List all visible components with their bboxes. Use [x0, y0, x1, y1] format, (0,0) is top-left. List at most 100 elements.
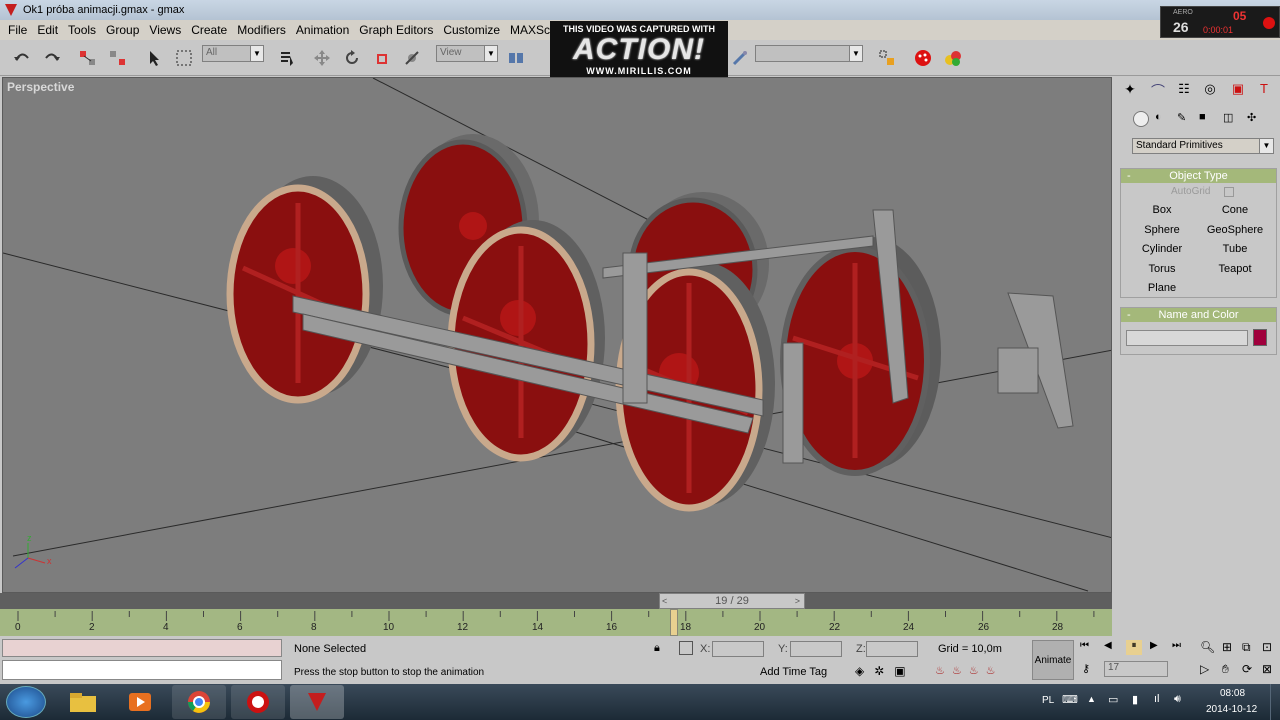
clock-time[interactable]: 08:08	[1220, 688, 1245, 699]
material-editor-icon[interactable]	[941, 46, 965, 70]
object-name-input[interactable]	[1126, 330, 1248, 346]
shapes-icon[interactable]: ◐	[1155, 111, 1162, 123]
add-time-tag-button[interactable]: Add Time Tag	[760, 666, 827, 678]
field-of-view-icon[interactable]: ▷	[1200, 662, 1209, 676]
utilities-tab-icon[interactable]: T	[1253, 81, 1275, 101]
language-indicator[interactable]: PL	[1042, 695, 1054, 706]
sphere-button[interactable]: Sphere	[1129, 222, 1195, 238]
display-tab-icon[interactable]: ▣	[1227, 81, 1249, 101]
trackbar[interactable]: 0 2 4 6 8 10 12 14 16 18 20 22 24 26 28	[0, 609, 1112, 636]
motion-tab-icon[interactable]: ◎	[1199, 81, 1221, 101]
rotate-icon[interactable]	[340, 46, 364, 70]
absolute-mode-icon[interactable]	[679, 641, 693, 655]
menu-customize[interactable]: Customize	[438, 23, 505, 37]
z-coord-field[interactable]	[866, 641, 918, 657]
time-slider-thumb[interactable]: < 19 / 29 >	[659, 593, 805, 609]
region-select-icon[interactable]	[172, 46, 196, 70]
gmax-taskbar-icon[interactable]	[290, 685, 344, 719]
scale-icon[interactable]	[370, 46, 394, 70]
geosphere-button[interactable]: GeoSphere	[1202, 222, 1268, 238]
named-selection-dropdown[interactable]: ▼	[755, 45, 863, 62]
key-mode-icons[interactable]: ◈✲▣	[855, 664, 916, 678]
menu-modifiers[interactable]: Modifiers	[232, 23, 291, 37]
lock-selection-icon[interactable]: 🔒︎	[654, 642, 660, 655]
select-link-icon[interactable]	[76, 46, 100, 70]
arc-rotate-icon[interactable]: ⟳	[1242, 662, 1252, 676]
explorer-taskbar-icon[interactable]	[56, 685, 110, 719]
key-mode-icon[interactable]: ⚷	[1082, 662, 1090, 675]
zoom-all-icon[interactable]: ⊞	[1222, 640, 1232, 654]
redo-icon[interactable]	[40, 46, 64, 70]
systems-icon[interactable]: ✣	[1247, 111, 1256, 124]
select-object-icon[interactable]	[142, 46, 166, 70]
cameras-icon[interactable]: ■	[1199, 111, 1206, 123]
zoom-extents-all-icon[interactable]: ⊡	[1262, 640, 1272, 654]
name-color-header[interactable]: - Name and Color	[1121, 308, 1276, 322]
volume-icon[interactable]: 🔊︎	[1174, 693, 1181, 706]
zoom-extents-icon[interactable]: ⧉	[1242, 640, 1251, 655]
object-type-header[interactable]: - Object Type	[1121, 169, 1276, 183]
object-color-swatch[interactable]	[1253, 329, 1267, 346]
zoom-icon[interactable]: 🔍︎	[1200, 640, 1215, 654]
box-button[interactable]: Box	[1129, 202, 1195, 218]
create-tab-icon[interactable]: ✦	[1119, 81, 1141, 101]
goto-start-icon[interactable]: ⏮	[1080, 640, 1089, 651]
y-coord-field[interactable]	[790, 641, 842, 657]
stop-icon[interactable]: ⏸	[1126, 640, 1142, 655]
teapot-button[interactable]: Teapot	[1202, 261, 1268, 277]
frame-marker[interactable]	[670, 609, 678, 636]
align-icon[interactable]	[875, 46, 899, 70]
menu-graph-editors[interactable]: Graph Editors	[354, 23, 438, 37]
autogrid-checkbox[interactable]	[1224, 187, 1234, 197]
current-frame-field[interactable]: 17	[1104, 661, 1168, 677]
hierarchy-tab-icon[interactable]: ☷	[1173, 81, 1195, 101]
menu-create[interactable]: Create	[186, 23, 232, 37]
cylinder-button[interactable]: Cylinder	[1129, 241, 1195, 257]
menu-tools[interactable]: Tools	[63, 23, 101, 37]
torus-button[interactable]: Torus	[1129, 261, 1195, 277]
tube-button[interactable]: Tube	[1202, 241, 1268, 257]
viewport-label[interactable]: Perspective	[7, 80, 74, 94]
select-by-name-icon[interactable]	[276, 46, 300, 70]
menu-group[interactable]: Group	[101, 23, 144, 37]
next-key-icon[interactable]: ▶	[1150, 640, 1158, 651]
geometry-icon[interactable]	[1133, 111, 1149, 127]
reference-coord-dropdown[interactable]: View ▼	[436, 45, 498, 62]
lights-icon[interactable]: ✎	[1177, 111, 1186, 124]
goto-end-icon[interactable]: ⏭	[1172, 640, 1181, 651]
menu-views[interactable]: Views	[144, 23, 186, 37]
show-desktop-button[interactable]	[1270, 684, 1280, 720]
clock-date[interactable]: 2014-10-12	[1206, 704, 1257, 715]
start-button[interactable]	[6, 686, 46, 718]
menu-file[interactable]: File	[3, 23, 32, 37]
prev-frame-icon[interactable]: <	[662, 594, 667, 608]
show-hidden-icons[interactable]: ▲	[1087, 694, 1096, 704]
record-icon[interactable]	[1263, 17, 1275, 29]
animate-button[interactable]: Animate	[1032, 640, 1074, 680]
selection-filter-dropdown[interactable]: All ▼	[202, 45, 264, 62]
action-recorder-taskbar-icon[interactable]	[231, 685, 285, 719]
x-coord-field[interactable]	[712, 641, 764, 657]
snap-icon[interactable]	[728, 46, 752, 70]
category-dropdown[interactable]: Standard Primitives ▼	[1132, 138, 1274, 154]
menu-maxscript[interactable]: MAXSc	[505, 23, 555, 37]
render-scene-icon[interactable]	[911, 46, 935, 70]
signal-icon[interactable]: ▮	[1132, 693, 1138, 706]
media-player-taskbar-icon[interactable]	[113, 685, 167, 719]
maxscript-listener-input[interactable]	[2, 639, 282, 657]
chrome-taskbar-icon[interactable]	[172, 685, 226, 719]
cone-button[interactable]: Cone	[1202, 202, 1268, 218]
network-icon[interactable]: ▭	[1108, 693, 1118, 706]
unlink-icon[interactable]	[106, 46, 130, 70]
pan-icon[interactable]: ✋︎	[1222, 662, 1229, 677]
plane-button[interactable]: Plane	[1129, 280, 1195, 296]
helpers-icon[interactable]: ◫	[1223, 111, 1233, 124]
time-slider[interactable]: < 19 / 29 >	[0, 593, 1112, 609]
perspective-viewport[interactable]: x z Perspective	[2, 77, 1112, 593]
modify-tab-icon[interactable]: ⌒	[1147, 81, 1169, 101]
maximize-viewport-icon[interactable]: ⊠	[1262, 662, 1272, 676]
maxscript-output[interactable]	[2, 660, 282, 680]
pivot-center-icon[interactable]	[504, 46, 528, 70]
undo-icon[interactable]	[10, 46, 34, 70]
manipulate-icon[interactable]	[400, 46, 424, 70]
